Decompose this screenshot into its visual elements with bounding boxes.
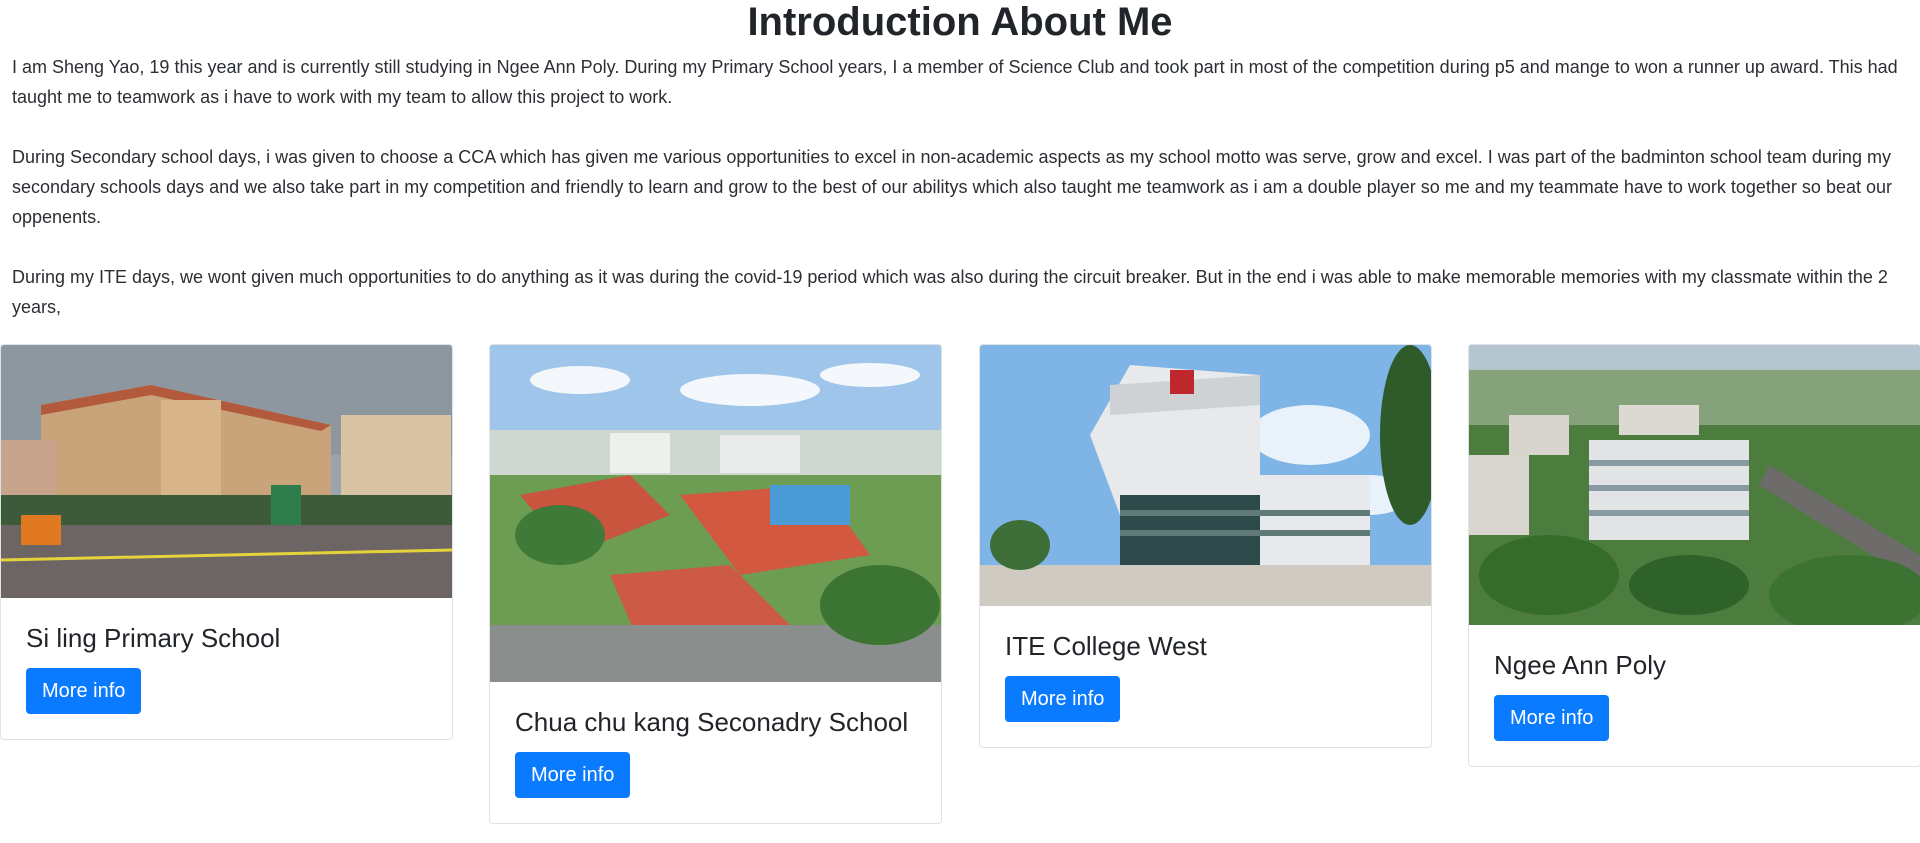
more-info-button[interactable]: More info — [515, 752, 631, 798]
school-photo-secondary — [490, 345, 941, 682]
card-ite-college-west: ITE College West More info — [979, 344, 1432, 748]
card-title: ITE College West — [1005, 631, 1207, 661]
intro-text: I am Sheng Yao, 19 this year and is curr… — [0, 44, 1920, 322]
school-photo-poly — [1469, 345, 1920, 625]
school-photo-ite — [980, 345, 1431, 606]
card-ngee-ann-poly: Ngee Ann Poly More info — [1468, 344, 1920, 767]
intro-paragraph-primary: I am Sheng Yao, 19 this year and is curr… — [12, 57, 1898, 107]
card-title: Chua chu kang Seconadry School — [515, 707, 909, 737]
more-info-button[interactable]: More info — [1494, 695, 1610, 741]
school-photo-primary — [1, 345, 452, 598]
more-info-button[interactable]: More info — [26, 668, 142, 714]
more-info-button[interactable]: More info — [1005, 676, 1121, 722]
intro-paragraph-ite: During my ITE days, we wont given much o… — [12, 267, 1888, 317]
school-cards: Si ling Primary School More info Chua ch… — [0, 344, 1920, 843]
card-title: Ngee Ann Poly — [1494, 650, 1667, 680]
card-si-ling-primary: Si ling Primary School More info — [0, 344, 453, 740]
card-title: Si ling Primary School — [26, 623, 281, 653]
card-chua-chu-kang-secondary: Chua chu kang Seconadry School More info — [489, 344, 942, 824]
page-title: Introduction About Me — [747, 0, 1173, 44]
intro-paragraph-secondary: During Secondary school days, i was give… — [12, 147, 1892, 227]
